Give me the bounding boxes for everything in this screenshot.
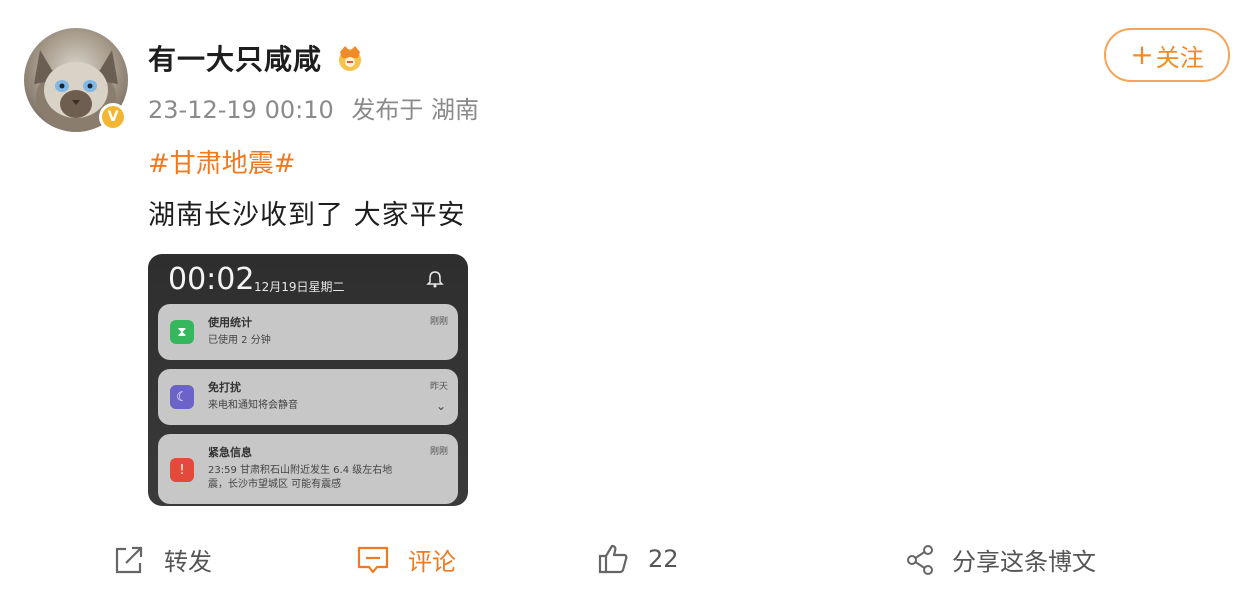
notification-title: 紧急信息 <box>208 446 252 459</box>
post-text: 湖南长沙收到了 大家平安 <box>148 200 466 231</box>
repost-button[interactable]: 转发 <box>112 542 212 577</box>
comment-label: 评论 <box>408 548 456 576</box>
notification-body: 23:59 甘肃积石山附近发生 6.4 级左右地震，长沙市望城区 可能有震感 <box>208 465 393 490</box>
post-timestamp[interactable]: 23-12-19 00:10 <box>148 96 334 124</box>
lockscreen-date: 12月19日星期二 <box>254 280 345 294</box>
follow-label: 关注 <box>1155 43 1204 72</box>
follow-button[interactable]: + 关注 <box>1104 28 1230 82</box>
thumbs-up-icon <box>598 544 628 574</box>
like-count: 22 <box>648 545 679 573</box>
lockscreen-time: 00:02 <box>168 262 255 297</box>
repost-icon <box>115 546 143 573</box>
notification-body: 已使用 2 分钟 <box>208 335 271 346</box>
share-button[interactable]: 分享这条博文 <box>904 542 1096 577</box>
notification-time: 刚刚 <box>429 447 448 457</box>
bell-icon <box>426 271 444 288</box>
post-image[interactable]: 00:02 12月19日星期二 ⧗ 使用统计 已使用 2 分钟 刚刚 ☾ 免打扰… <box>148 254 468 506</box>
comment-icon <box>357 546 389 573</box>
moon-icon: ☾ <box>170 385 194 409</box>
crown-icon <box>339 46 361 71</box>
hashtag-link[interactable]: #甘肃地震# <box>148 143 296 180</box>
notification-title: 使用统计 <box>208 316 252 329</box>
notification-title: 免打扰 <box>208 381 241 394</box>
verified-badge-icon: V <box>99 103 127 131</box>
post-source: 发布于 湖南 <box>351 96 480 124</box>
username[interactable]: 有一大只咸咸 <box>148 38 322 78</box>
comment-button[interactable]: 评论 <box>356 542 456 577</box>
notification-time: 刚刚 <box>429 317 448 327</box>
notification-dnd: ☾ 免打扰 来电和通知将会静音 昨天 ⌄ <box>158 369 458 425</box>
weibo-post-card: V 有一大只咸咸 23-12-19 00:10 发布于 湖南 + 关注 #甘肃地… <box>0 0 1242 614</box>
shield-alert-icon: ! <box>170 458 194 482</box>
notification-body: 来电和通知将会静音 <box>208 400 298 411</box>
plus-icon: + <box>1130 38 1154 71</box>
action-bar: 转发 评论 22 分享这条博文 <box>0 536 1242 592</box>
post-meta: 23-12-19 00:10 发布于 湖南 <box>148 90 479 125</box>
hourglass-icon: ⧗ <box>170 320 194 344</box>
like-button[interactable]: 22 <box>596 542 679 576</box>
notification-emergency: ! 紧急信息 23:59 甘肃积石山附近发生 6.4 级左右地震，长沙市望城区 … <box>158 434 458 504</box>
chevron-down-icon: ⌄ <box>435 399 446 413</box>
notification-usage: ⧗ 使用统计 已使用 2 分钟 刚刚 <box>158 304 458 360</box>
notification-time: 昨天 <box>429 382 448 392</box>
share-label: 分享这条博文 <box>952 548 1096 576</box>
share-icon <box>907 544 933 575</box>
repost-label: 转发 <box>164 548 212 576</box>
